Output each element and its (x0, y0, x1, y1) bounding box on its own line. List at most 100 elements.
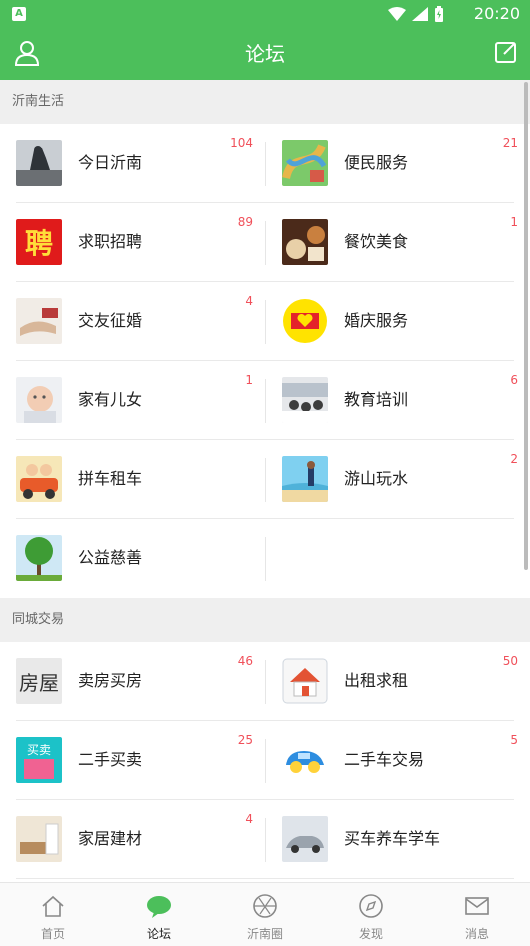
forum-thumb-image (282, 140, 328, 186)
forum-thumb-image (16, 816, 62, 862)
clock: 20:20 (473, 4, 520, 23)
forum-thumb-image: 房屋 (16, 658, 62, 704)
section-grid-local-trade: 房屋 卖房买房 46 出租求租 50 买卖 二手买卖 25 二手车交易 5 家居… (0, 642, 530, 879)
forum-thumb-image (16, 140, 62, 186)
count-badge: 25 (237, 733, 253, 747)
count-badge: 1 (245, 373, 253, 387)
notification-icon: A (12, 7, 26, 21)
count-badge: 21 (502, 136, 518, 150)
svg-text:房屋: 房屋 (19, 671, 59, 695)
count-badge: 104 (230, 136, 253, 150)
tab-label: 发现 (358, 927, 383, 941)
forum-item-label: 交友征婚 (78, 311, 143, 330)
count-badge: 4 (245, 294, 253, 308)
status-bar: A 20:20 (0, 0, 530, 28)
forum-item-label: 公益慈善 (78, 548, 143, 567)
svg-text:买卖: 买卖 (27, 743, 51, 757)
forum-thumb-image (282, 456, 328, 502)
count-badge: 2 (510, 452, 518, 466)
mail-icon (465, 897, 489, 915)
forum-item-label: 游山玩水 (344, 469, 409, 488)
battery-icon (435, 6, 443, 22)
forum-item[interactable]: 买车养车学车 (265, 800, 530, 879)
count-badge: 4 (245, 812, 253, 826)
grid-row: 聘 求职招聘 89 餐饮美食 1 (0, 203, 530, 282)
forum-item-label: 卖房买房 (78, 671, 143, 690)
grid-row: 买卖 二手买卖 25 二手车交易 5 (0, 721, 530, 800)
forum-item-label: 买车养车学车 (344, 829, 441, 848)
forum-thumb-image (282, 658, 328, 704)
forum-thumb-image (282, 298, 328, 344)
tab-label: 首页 (40, 927, 65, 941)
forum-item[interactable]: 交友征婚 4 (0, 282, 265, 361)
forum-item-label: 二手买卖 (78, 750, 143, 769)
forum-item[interactable]: 公益慈善 (0, 519, 265, 598)
edit-icon[interactable] (494, 40, 518, 64)
tab-forum[interactable]: 论坛 (106, 883, 212, 946)
grid-row: 房屋 卖房买房 46 出租求租 50 (0, 642, 530, 721)
system-icons (388, 5, 444, 23)
section-grid-yinan-life: 今日沂南 104 便民服务 21 聘 求职招聘 89 餐饮美食 1 交友征婚 4… (0, 124, 530, 598)
tab-discover[interactable]: 发现 (318, 883, 424, 946)
forum-item[interactable]: 二手车交易 5 (265, 721, 530, 800)
forum-item-label: 家居建材 (78, 829, 143, 848)
forum-item-label: 婚庆服务 (344, 311, 409, 330)
forum-thumb-image (282, 737, 328, 783)
app-bar: 论坛 (0, 28, 530, 80)
section-header-yinan-life: 沂南生活 (0, 80, 530, 124)
forum-thumb-image (16, 377, 62, 423)
forum-thumb-image: 聘 (16, 219, 62, 265)
forum-item[interactable]: 婚庆服务 (265, 282, 530, 361)
forum-item[interactable]: 今日沂南 104 (0, 124, 265, 203)
grid-row: 家居建材 4 买车养车学车 (0, 800, 530, 879)
chat-bubble-icon (147, 896, 171, 918)
count-badge: 1 (510, 215, 518, 229)
forum-item[interactable]: 家居建材 4 (0, 800, 265, 879)
tab-label: 消息 (464, 927, 489, 941)
scrollbar[interactable] (524, 82, 528, 570)
grid-row: 交友征婚 4 婚庆服务 (0, 282, 530, 361)
forum-thumb-image (16, 535, 62, 581)
forum-thumb-image: 买卖 (16, 737, 62, 783)
forum-item-label: 教育培训 (344, 390, 409, 409)
forum-item-label: 家有儿女 (78, 390, 143, 409)
forum-item[interactable]: 游山玩水 2 (265, 440, 530, 519)
forum-item[interactable]: 房屋 卖房买房 46 (0, 642, 265, 721)
tab-home[interactable]: 首页 (0, 883, 106, 946)
bottom-nav: 首页 论坛 沂南圈 发现 消息 (0, 882, 530, 946)
forum-item[interactable]: 出租求租 50 (265, 642, 530, 721)
signal-icon (412, 7, 428, 21)
empty-cell (265, 519, 530, 598)
forum-item-label: 今日沂南 (78, 153, 143, 172)
count-badge: 50 (502, 654, 518, 668)
aperture-icon (253, 894, 277, 918)
count-badge: 6 (510, 373, 518, 387)
section-header-local-trade: 同城交易 (0, 598, 530, 642)
svg-text:聘: 聘 (25, 227, 53, 260)
forum-item[interactable]: 便民服务 21 (265, 124, 530, 203)
forum-item[interactable]: 家有儿女 1 (0, 361, 265, 440)
forum-item[interactable]: 餐饮美食 1 (265, 203, 530, 282)
tab-yinan-circle[interactable]: 沂南圈 (212, 883, 318, 946)
forum-item-label: 便民服务 (344, 153, 409, 172)
forum-thumb-image (282, 816, 328, 862)
tab-messages[interactable]: 消息 (424, 883, 530, 946)
forum-item[interactable]: 聘 求职招聘 89 (0, 203, 265, 282)
grid-row: 家有儿女 1 教育培训 6 (0, 361, 530, 440)
row-divider (16, 878, 514, 879)
forum-thumb-image (16, 456, 62, 502)
wifi-icon (388, 7, 406, 21)
forum-item[interactable]: 教育培训 6 (265, 361, 530, 440)
grid-row: 公益慈善 (0, 519, 530, 598)
forum-list[interactable]: 沂南生活 今日沂南 104 便民服务 21 聘 求职招聘 89 餐饮美食 1 交… (0, 80, 530, 882)
count-badge: 46 (237, 654, 253, 668)
forum-item[interactable]: 拼车租车 (0, 440, 265, 519)
forum-item-label: 餐饮美食 (344, 232, 409, 251)
grid-row: 今日沂南 104 便民服务 21 (0, 124, 530, 203)
tab-label: 论坛 (146, 927, 171, 941)
count-badge: 5 (510, 733, 518, 747)
grid-row: 拼车租车 游山玩水 2 (0, 440, 530, 519)
forum-item-label: 拼车租车 (78, 469, 143, 488)
forum-item[interactable]: 买卖 二手买卖 25 (0, 721, 265, 800)
forum-thumb-image (16, 298, 62, 344)
